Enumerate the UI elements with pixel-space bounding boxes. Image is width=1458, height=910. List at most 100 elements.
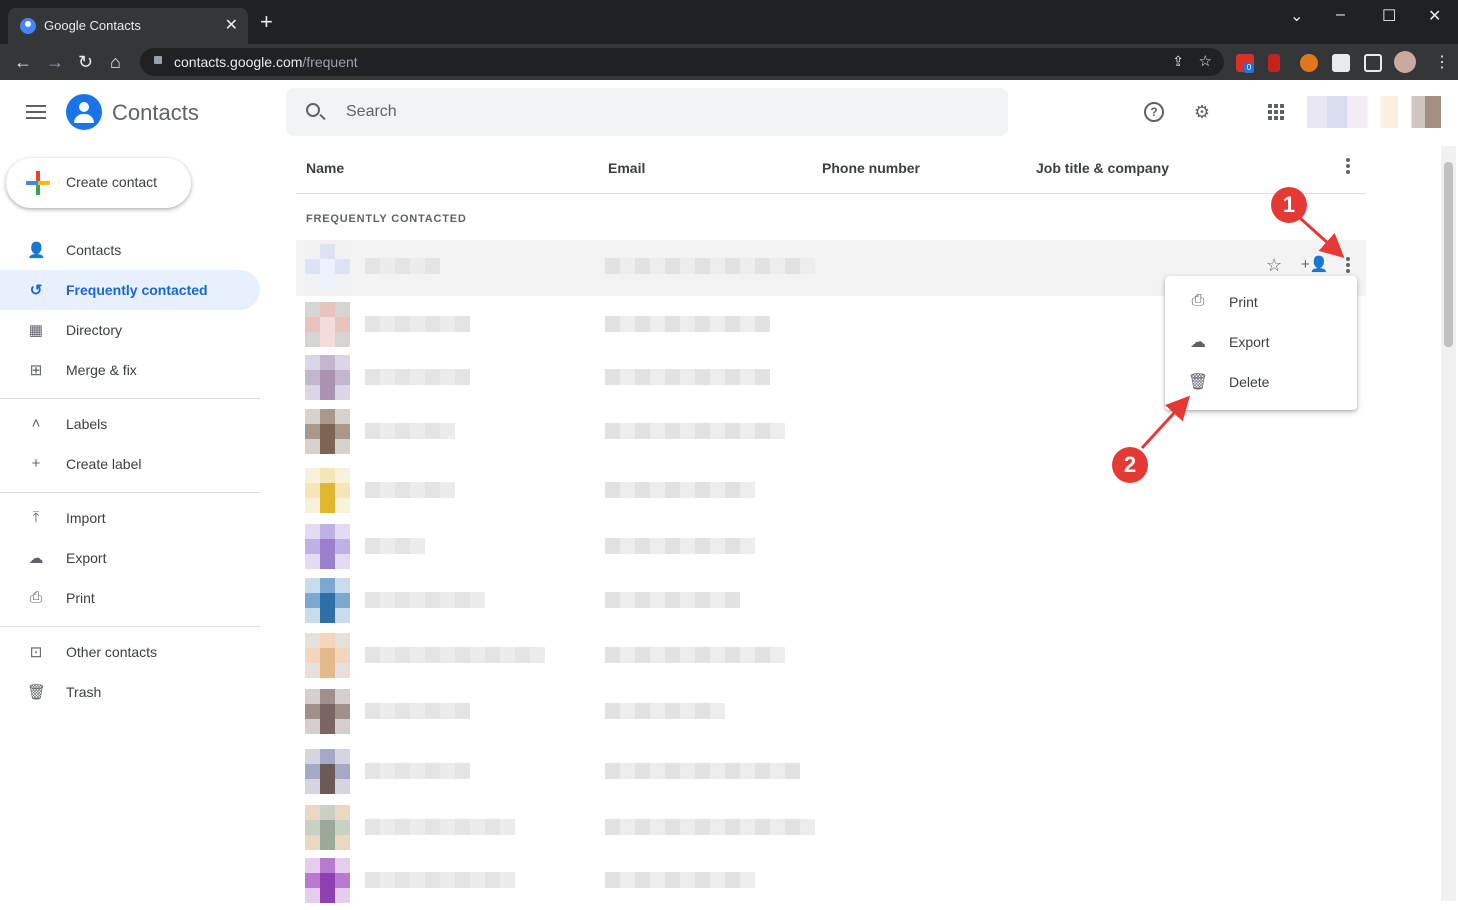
upload-icon: ⤒ xyxy=(32,509,40,526)
address-bar[interactable]: contacts.google.com/frequent ⇪ ☆ xyxy=(140,48,1224,76)
print-icon: ⎙ xyxy=(1191,292,1205,309)
table-row[interactable] xyxy=(296,801,1366,857)
tab-title: Google Contacts xyxy=(44,18,141,33)
apps-grid-icon[interactable] xyxy=(1266,102,1286,122)
sidebar-item-import[interactable]: ⤒ Import xyxy=(0,498,260,538)
forward-icon[interactable]: → xyxy=(46,52,64,72)
table-row[interactable] xyxy=(296,629,1366,685)
avatar[interactable] xyxy=(305,749,350,794)
row-more-actions-kebab-icon[interactable] xyxy=(1346,257,1350,273)
create-contact-button[interactable]: Create contact xyxy=(6,158,191,208)
column-header-phone[interactable]: Phone number xyxy=(822,160,920,176)
contact-name-redacted xyxy=(365,258,440,274)
avatar[interactable] xyxy=(305,805,350,850)
column-header-name[interactable]: Name xyxy=(306,160,344,176)
contact-name-redacted xyxy=(365,423,455,439)
menu-item-label: Print xyxy=(1229,294,1258,310)
sidebar-item-label: Import xyxy=(66,510,106,526)
account-switcher[interactable] xyxy=(1307,96,1441,128)
avatar[interactable] xyxy=(305,468,350,513)
tab-search-icon[interactable]: ⌄ xyxy=(1290,6,1303,26)
search-input[interactable]: Search xyxy=(346,103,397,121)
avatar[interactable] xyxy=(305,244,350,289)
minimize-icon[interactable]: – xyxy=(1336,6,1345,24)
cloud-export-icon: ☁ xyxy=(1190,334,1206,351)
profile-avatar[interactable] xyxy=(1394,51,1416,73)
maximize-icon[interactable]: ☐ xyxy=(1382,6,1396,26)
menu-item-delete[interactable]: 🗑 Delete xyxy=(1165,362,1357,402)
help-icon[interactable]: ? xyxy=(1144,102,1164,122)
sidebar-item-label: Other contacts xyxy=(66,644,158,660)
settings-gear-icon[interactable]: ⚙ xyxy=(1192,102,1212,122)
avatar[interactable] xyxy=(305,858,350,903)
sidebar-item-contacts[interactable]: 👤 Contacts xyxy=(0,230,260,270)
tab-close-icon[interactable]: ✕ xyxy=(225,15,238,35)
main-menu-icon[interactable] xyxy=(26,105,46,119)
contact-email-redacted xyxy=(605,763,800,779)
sidebar-item-other-contacts[interactable]: ⊡ Other contacts xyxy=(0,632,260,672)
search-box[interactable]: Search xyxy=(286,88,1008,136)
menu-item-export[interactable]: ☁ Export xyxy=(1165,322,1357,362)
table-row[interactable] xyxy=(296,745,1366,801)
add-to-label-icon[interactable]: +👤 xyxy=(1301,255,1328,273)
back-icon[interactable]: ← xyxy=(14,52,32,72)
extension-bar-icon[interactable] xyxy=(1268,54,1280,72)
table-row[interactable] xyxy=(296,464,1366,520)
avatar[interactable] xyxy=(305,524,350,569)
contacts-logo-icon[interactable] xyxy=(66,94,102,130)
share-icon[interactable]: ⇪ xyxy=(1172,53,1184,70)
contact-name-redacted xyxy=(365,316,470,332)
history-icon: ↺ xyxy=(29,282,43,299)
reload-icon[interactable]: ↻ xyxy=(78,52,93,72)
plus-icon: + xyxy=(31,455,41,472)
building-icon: ▦ xyxy=(28,322,44,339)
table-row[interactable] xyxy=(296,520,1366,576)
column-options-kebab-icon[interactable] xyxy=(1346,158,1350,174)
new-tab-button[interactable]: + xyxy=(260,11,273,33)
merge-icon: ⊞ xyxy=(29,362,43,379)
table-row[interactable] xyxy=(296,854,1366,910)
extension-shield-icon[interactable]: 0 xyxy=(1236,54,1254,73)
avatar[interactable] xyxy=(305,633,350,678)
sidebar-item-frequently-contacted[interactable]: ↺ Frequently contacted xyxy=(0,270,260,310)
contact-name-redacted xyxy=(365,482,455,498)
contacts-app: Contacts Search ? ⚙ Create contact 👤 Con… xyxy=(0,80,1458,903)
contact-name-redacted xyxy=(365,819,515,835)
window-close-icon[interactable]: ✕ xyxy=(1428,6,1441,26)
contact-email-redacted xyxy=(605,423,785,439)
menu-item-print[interactable]: ⎙ Print xyxy=(1165,282,1357,322)
avatar[interactable] xyxy=(305,409,350,454)
avatar[interactable] xyxy=(305,689,350,734)
puzzle-extensions-icon[interactable] xyxy=(1332,54,1350,72)
scrollbar[interactable] xyxy=(1441,146,1456,901)
labels-toggle[interactable]: ˄ Labels xyxy=(0,404,260,444)
app-brand[interactable]: Contacts xyxy=(112,100,199,126)
avatar[interactable] xyxy=(305,302,350,347)
side-panel-icon[interactable] xyxy=(1364,54,1382,72)
scrollbar-thumb[interactable] xyxy=(1444,162,1453,347)
sidebar-item-print[interactable]: ⎙ Print xyxy=(0,578,260,618)
avatar[interactable] xyxy=(305,355,350,400)
column-header-job[interactable]: Job title & company xyxy=(1036,160,1169,176)
sidebar-item-label: Contacts xyxy=(66,242,122,258)
create-label-button[interactable]: + Create label xyxy=(0,444,260,484)
avatar[interactable] xyxy=(305,578,350,623)
sidebar-item-export[interactable]: ☁ Export xyxy=(0,538,260,578)
table-row[interactable] xyxy=(296,685,1366,741)
sidebar-item-trash[interactable]: 🗑 Trash xyxy=(0,672,260,712)
contact-name-redacted xyxy=(365,647,545,663)
create-contact-label: Create contact xyxy=(66,174,158,190)
metamask-fox-icon[interactable] xyxy=(1300,54,1318,72)
home-icon[interactable]: ⌂ xyxy=(110,52,121,72)
bookmark-star-icon[interactable]: ☆ xyxy=(1199,52,1212,70)
star-icon[interactable]: ☆ xyxy=(1266,255,1282,276)
sidebar-item-merge-fix[interactable]: ⊞ Merge & fix xyxy=(0,350,260,390)
contact-email-redacted xyxy=(605,482,755,498)
column-header-email[interactable]: Email xyxy=(608,160,645,176)
browser-tab[interactable]: Google Contacts ✕ xyxy=(8,8,248,44)
print-icon: ⎙ xyxy=(29,589,42,606)
table-row[interactable] xyxy=(296,405,1366,461)
sidebar-item-directory[interactable]: ▦ Directory xyxy=(0,310,260,350)
table-row[interactable] xyxy=(296,574,1366,630)
browser-menu-icon[interactable]: ⋮ xyxy=(1434,52,1450,72)
